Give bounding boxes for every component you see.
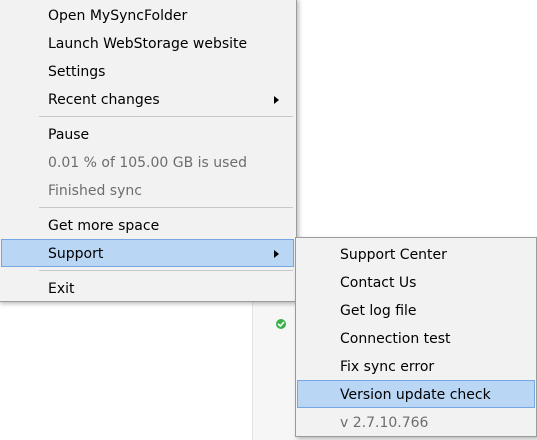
submenu-item-connection-test[interactable]: Connection test xyxy=(297,324,535,352)
menu-item-recent-changes[interactable]: Recent changes xyxy=(1,85,294,113)
chevron-right-icon xyxy=(274,96,279,104)
menu-item-open-mysyncfolder[interactable]: Open MySyncFolder xyxy=(1,1,294,29)
tray-context-menu: Open MySyncFolder Launch WebStorage webs… xyxy=(0,0,297,302)
menu-item-exit[interactable]: Exit xyxy=(1,274,294,302)
submenu-item-fix-sync-error[interactable]: Fix sync error xyxy=(297,352,535,380)
chevron-right-icon xyxy=(274,250,279,258)
version-text: v 2.7.10.766 xyxy=(340,415,429,431)
menu-item-support[interactable]: Support xyxy=(1,239,294,267)
menu-item-recent-changes-label: Recent changes xyxy=(48,92,160,108)
menu-separator xyxy=(39,207,293,208)
menu-item-support-label: Support xyxy=(48,246,104,262)
menu-separator xyxy=(39,116,293,117)
menu-item-settings[interactable]: Settings xyxy=(1,57,294,85)
sync-status-text: Finished sync xyxy=(48,183,142,199)
submenu-item-get-log-file[interactable]: Get log file xyxy=(297,296,535,324)
submenu-item-version-update-check[interactable]: Version update check xyxy=(297,380,535,408)
submenu-item-contact-us[interactable]: Contact Us xyxy=(297,268,535,296)
sync-status-check-icon xyxy=(276,319,286,329)
menu-item-launch-webstorage-website[interactable]: Launch WebStorage website xyxy=(1,29,294,57)
submenu-item-support-center[interactable]: Support Center xyxy=(297,240,535,268)
menu-item-get-more-space[interactable]: Get more space xyxy=(1,211,294,239)
support-submenu: Support Center Contact Us Get log file C… xyxy=(295,237,537,437)
storage-usage-text: 0.01 % of 105.00 GB is used xyxy=(48,155,247,171)
menu-separator xyxy=(39,270,293,271)
menu-item-pause[interactable]: Pause xyxy=(1,120,294,148)
